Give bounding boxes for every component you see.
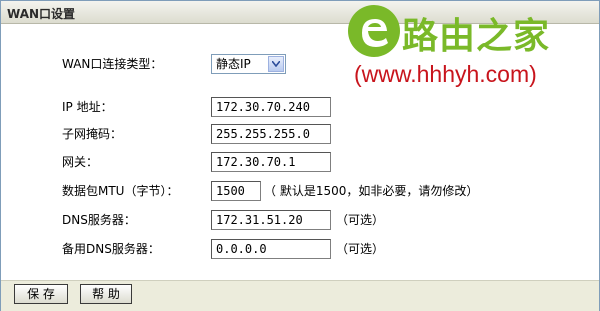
watermark: 路由之家 (www.hhhyh.com) bbox=[344, 1, 599, 96]
wan-type-label: WAN口连接类型： bbox=[62, 57, 163, 71]
dns-label: DNS服务器： bbox=[62, 213, 136, 227]
gateway-label: 网关： bbox=[62, 155, 99, 169]
gateway-field[interactable]: 172.30.70.1 bbox=[211, 152, 331, 172]
dns-alt-label: 备用DNS服务器： bbox=[62, 242, 160, 256]
dns-alt-note: （可选） bbox=[336, 242, 385, 256]
mask-field[interactable]: 255.255.255.0 bbox=[211, 124, 331, 144]
mtu-label: 数据包MTU（字节）： bbox=[62, 184, 179, 198]
wan-type-value: 静态IP bbox=[216, 57, 251, 71]
chevron-down-icon bbox=[272, 61, 280, 67]
mtu-note: （ 默认是1500，如非必要，请勿修改） bbox=[264, 184, 479, 198]
ip-label: IP 地址： bbox=[62, 100, 113, 114]
dropdown-button[interactable] bbox=[268, 56, 284, 72]
ip-field[interactable]: 172.30.70.240 bbox=[211, 97, 331, 117]
watermark-url: (www.hhhyh.com) bbox=[354, 61, 537, 87]
wan-type-select[interactable]: 静态IP bbox=[211, 54, 286, 74]
dns-note: （可选） bbox=[336, 213, 385, 227]
watermark-logo-text: 路由之家 bbox=[402, 16, 551, 57]
panel-title: WAN口设置 bbox=[7, 7, 76, 21]
e-logo-icon bbox=[348, 5, 400, 57]
dns-alt-field[interactable]: 0.0.0.0 bbox=[211, 239, 331, 259]
mask-label: 子网掩码： bbox=[62, 127, 123, 141]
save-button[interactable]: 保 存 bbox=[14, 284, 68, 304]
mtu-field[interactable]: 1500 bbox=[211, 181, 261, 201]
dns-field[interactable]: 172.31.51.20 bbox=[211, 210, 331, 230]
help-button[interactable]: 帮 助 bbox=[80, 284, 132, 304]
